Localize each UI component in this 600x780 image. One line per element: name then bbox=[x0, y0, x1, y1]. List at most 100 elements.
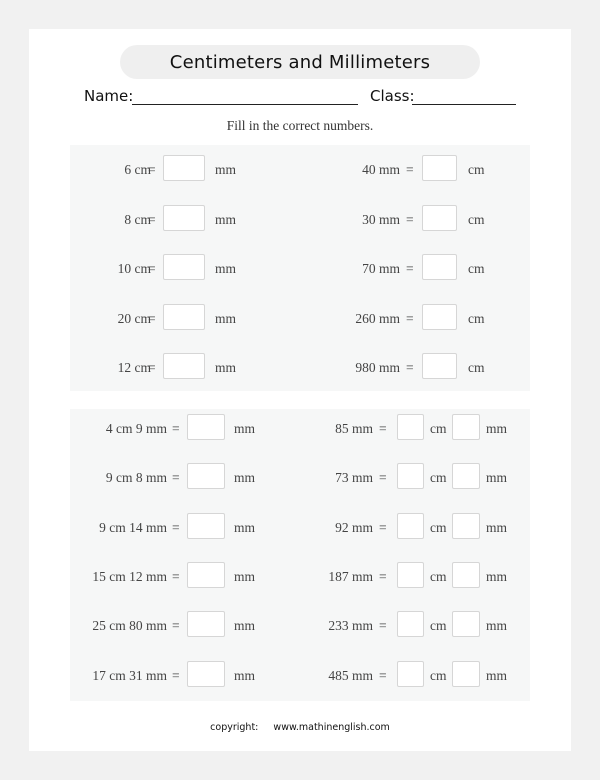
given-value: 260 mm bbox=[355, 310, 400, 326]
question-row: 485 mm = cm mm bbox=[300, 660, 530, 691]
instruction-text: Fill in the correct numbers. bbox=[226, 118, 374, 133]
answer-box[interactable] bbox=[163, 155, 205, 181]
unit-label: mm bbox=[215, 310, 237, 326]
answer-box[interactable] bbox=[163, 353, 205, 379]
question-row: 40 mm = cm bbox=[300, 155, 530, 185]
given-value: 8 cm bbox=[124, 211, 151, 227]
answer-box-mm[interactable] bbox=[452, 660, 480, 687]
answer-box[interactable] bbox=[187, 512, 225, 539]
given-value: 92 mm bbox=[335, 519, 373, 535]
unit-label: cm bbox=[468, 360, 485, 375]
answer-box[interactable] bbox=[187, 611, 225, 638]
answer-box[interactable] bbox=[187, 414, 225, 440]
equals-sign: = bbox=[379, 421, 387, 436]
name-field[interactable] bbox=[132, 104, 358, 105]
unit-label-mm: mm bbox=[486, 470, 508, 486]
given-value: 980 mm bbox=[355, 360, 400, 375]
given-value: 20 cm bbox=[117, 310, 151, 326]
unit-label-cm: cm bbox=[430, 618, 447, 634]
question-row: 70 mm = cm bbox=[300, 254, 530, 284]
answer-box-mm[interactable] bbox=[452, 512, 480, 539]
worksheet-page: Centimeters and Millimeters Name: Class:… bbox=[29, 29, 571, 751]
copyright-footer: copyright: www.mathinenglish.com bbox=[29, 722, 571, 733]
answer-box-cm[interactable] bbox=[397, 611, 424, 638]
answer-box-cm[interactable] bbox=[397, 414, 424, 440]
equals-sign: = bbox=[406, 360, 414, 375]
equals-sign: = bbox=[379, 519, 387, 535]
equals-sign: = bbox=[148, 162, 156, 177]
question-row: 17 cm 31 mm = mm bbox=[70, 660, 300, 691]
unit-label-cm: cm bbox=[430, 568, 447, 584]
unit-label: mm bbox=[215, 261, 237, 276]
question-row: 15 cm 12 mm = mm bbox=[70, 561, 300, 592]
unit-label: mm bbox=[234, 667, 256, 683]
answer-box-mm[interactable] bbox=[452, 463, 480, 490]
unit-label: mm bbox=[234, 568, 256, 584]
given-value: 30 mm bbox=[362, 211, 400, 227]
equals-sign: = bbox=[148, 261, 156, 276]
answer-box-mm[interactable] bbox=[452, 611, 480, 638]
given-value: 12 cm bbox=[117, 360, 151, 375]
equals-sign: = bbox=[172, 519, 180, 535]
equals-sign: = bbox=[379, 568, 387, 584]
answer-box-mm[interactable] bbox=[452, 561, 480, 588]
given-value: 187 mm bbox=[328, 568, 373, 584]
unit-label: mm bbox=[234, 618, 256, 634]
section-1-panel: 6 cm = mm 8 cm = mm 10 cm = mm 20 cm = mm 12 cm = mm 40… bbox=[70, 145, 530, 391]
answer-box[interactable] bbox=[187, 561, 225, 588]
class-label: Class: bbox=[370, 87, 415, 105]
answer-box[interactable] bbox=[163, 204, 205, 231]
class-field[interactable] bbox=[412, 104, 516, 105]
given-value: 17 cm 31 mm bbox=[92, 667, 167, 683]
unit-label-mm: mm bbox=[486, 568, 508, 584]
equals-sign: = bbox=[406, 211, 414, 227]
equals-sign: = bbox=[148, 310, 156, 326]
question-row: 10 cm = mm bbox=[70, 254, 300, 284]
unit-label-cm: cm bbox=[430, 519, 447, 535]
question-row: 9 cm 14 mm = mm bbox=[70, 512, 300, 543]
website-link: www.mathinenglish.com bbox=[273, 722, 390, 733]
equals-sign: = bbox=[379, 470, 387, 486]
answer-box[interactable] bbox=[163, 303, 205, 330]
unit-label: mm bbox=[234, 421, 256, 436]
equals-sign: = bbox=[148, 211, 156, 227]
answer-box[interactable] bbox=[422, 303, 457, 330]
given-value: 70 mm bbox=[362, 261, 400, 276]
answer-box[interactable] bbox=[163, 254, 205, 280]
answer-box-cm[interactable] bbox=[397, 660, 424, 687]
answer-box[interactable] bbox=[422, 254, 457, 280]
given-value: 9 cm 14 mm bbox=[99, 519, 167, 535]
answer-box-mm[interactable] bbox=[452, 414, 480, 440]
unit-label-cm: cm bbox=[430, 667, 447, 683]
answer-box[interactable] bbox=[422, 155, 457, 181]
question-row: 260 mm = cm bbox=[300, 303, 530, 334]
question-row: 6 cm = mm bbox=[70, 155, 300, 185]
given-value: 40 mm bbox=[362, 162, 400, 177]
equals-sign: = bbox=[406, 162, 414, 177]
answer-box-cm[interactable] bbox=[397, 463, 424, 490]
question-row: 12 cm = mm bbox=[70, 353, 300, 383]
given-value: 15 cm 12 mm bbox=[92, 568, 167, 584]
answer-box-cm[interactable] bbox=[397, 561, 424, 588]
unit-label: cm bbox=[468, 211, 485, 227]
question-row: 73 mm = cm mm bbox=[300, 463, 530, 493]
answer-box[interactable] bbox=[422, 204, 457, 231]
answer-box-cm[interactable] bbox=[397, 512, 424, 539]
question-row: 25 cm 80 mm = mm bbox=[70, 611, 300, 641]
given-value: 485 mm bbox=[328, 667, 373, 683]
unit-label: mm bbox=[215, 211, 237, 227]
equals-sign: = bbox=[172, 470, 180, 486]
answer-box[interactable] bbox=[422, 353, 457, 379]
given-value: 4 cm 9 mm bbox=[105, 421, 167, 436]
unit-label: mm bbox=[234, 519, 256, 535]
equals-sign: = bbox=[148, 360, 156, 375]
equals-sign: = bbox=[172, 667, 180, 683]
equals-sign: = bbox=[406, 310, 414, 326]
question-row: 233 mm = cm mm bbox=[300, 611, 530, 641]
given-value: 233 mm bbox=[328, 618, 373, 634]
answer-box[interactable] bbox=[187, 660, 225, 687]
name-label: Name: bbox=[84, 87, 134, 105]
unit-label: cm bbox=[468, 261, 485, 276]
question-row: 92 mm = cm mm bbox=[300, 512, 530, 543]
answer-box[interactable] bbox=[187, 463, 225, 490]
